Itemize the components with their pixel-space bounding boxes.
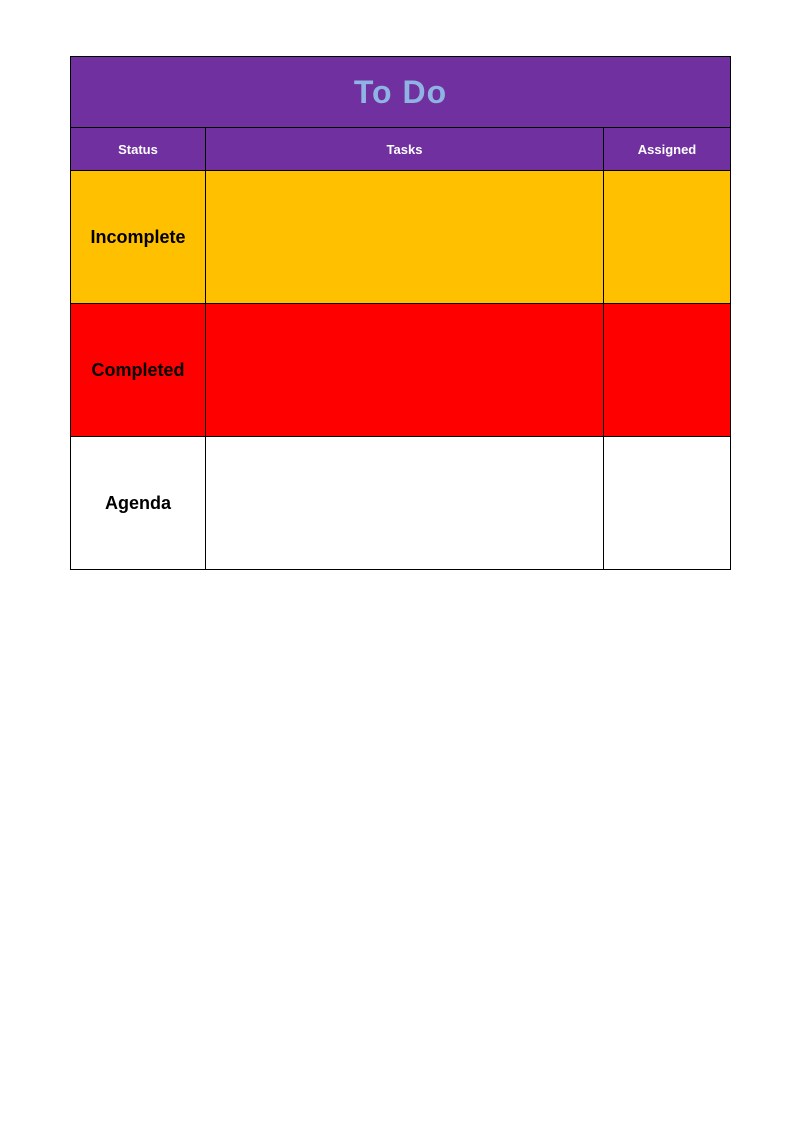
status-cell: Agenda xyxy=(71,437,206,570)
tasks-cell xyxy=(206,437,604,570)
todo-table: To Do Status Tasks Assigned Incomplete C… xyxy=(70,56,731,570)
table-title: To Do xyxy=(354,74,447,110)
col-header-assigned: Assigned xyxy=(604,128,731,171)
assigned-cell xyxy=(604,437,731,570)
assigned-cell xyxy=(604,171,731,304)
page: To Do Status Tasks Assigned Incomplete C… xyxy=(0,0,795,1124)
status-cell: Incomplete xyxy=(71,171,206,304)
status-cell: Completed xyxy=(71,304,206,437)
table-row: Completed xyxy=(71,304,731,437)
tasks-cell xyxy=(206,171,604,304)
col-header-tasks: Tasks xyxy=(206,128,604,171)
tasks-cell xyxy=(206,304,604,437)
assigned-cell xyxy=(604,304,731,437)
title-cell: To Do xyxy=(71,57,731,128)
title-row: To Do xyxy=(71,57,731,128)
table-row: Agenda xyxy=(71,437,731,570)
col-header-status: Status xyxy=(71,128,206,171)
header-row: Status Tasks Assigned xyxy=(71,128,731,171)
table-row: Incomplete xyxy=(71,171,731,304)
